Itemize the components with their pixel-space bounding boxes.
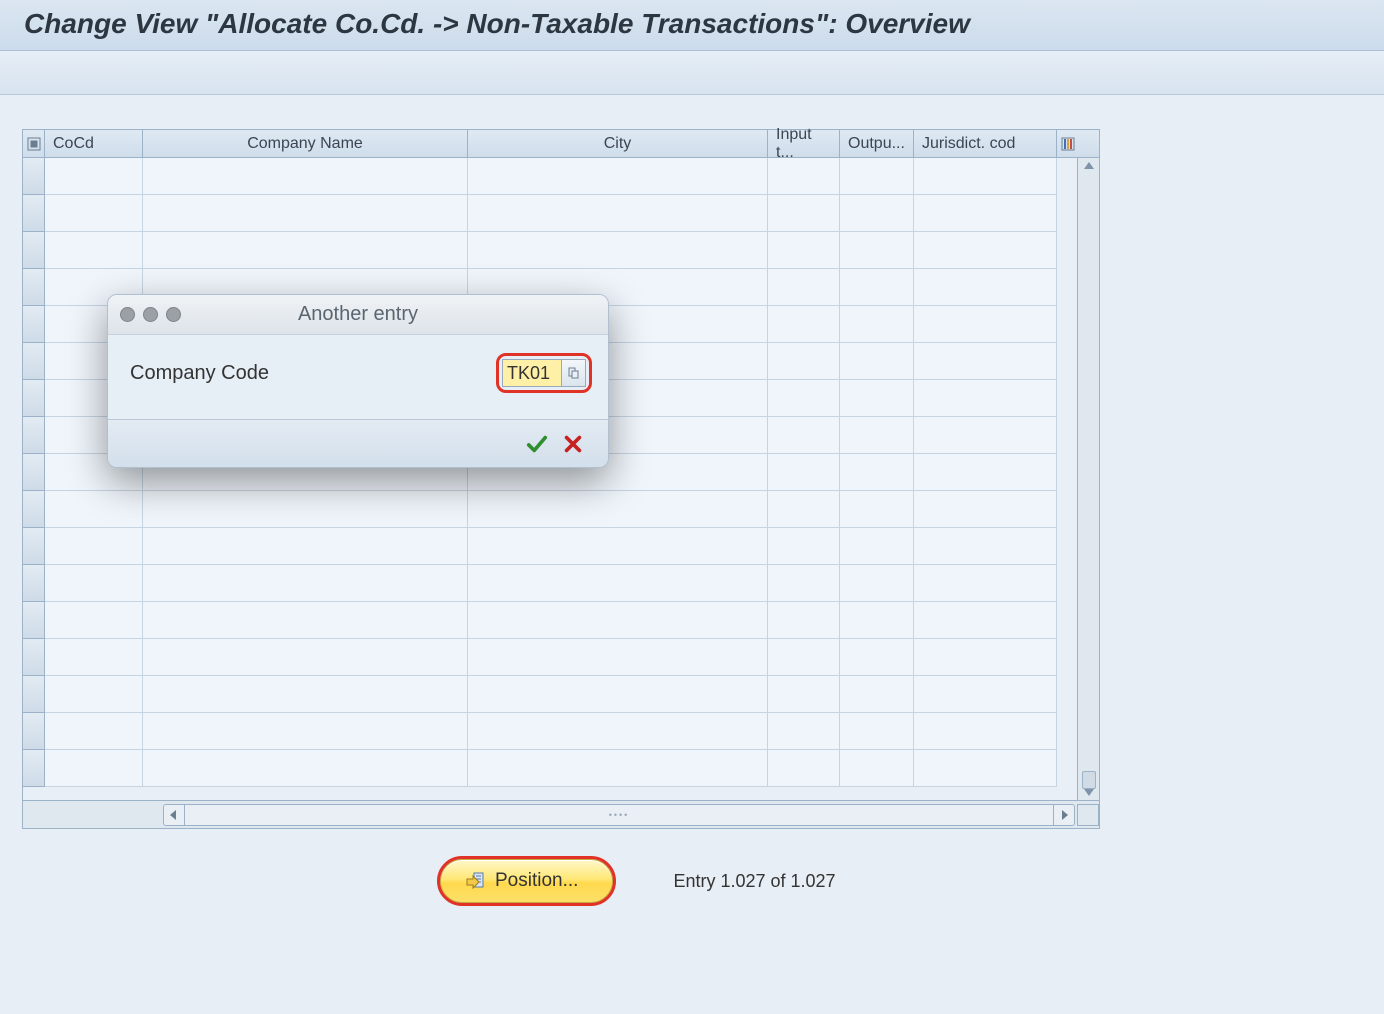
- scroll-left-icon[interactable]: [163, 804, 185, 826]
- row-selector[interactable]: [23, 306, 45, 343]
- application-toolbar: [0, 51, 1384, 95]
- table-row[interactable]: [23, 158, 1077, 195]
- row-selector[interactable]: [23, 195, 45, 232]
- title-bar: Change View "Allocate Co.Cd. -> Non-Taxa…: [0, 0, 1384, 51]
- table-row[interactable]: [23, 602, 1077, 639]
- column-header-jurisdiction-code[interactable]: Jurisdict. cod: [914, 130, 1057, 157]
- table-row[interactable]: [23, 676, 1077, 713]
- row-selector[interactable]: [23, 454, 45, 491]
- table-row[interactable]: [23, 565, 1077, 602]
- scroll-up-icon[interactable]: [1084, 162, 1094, 169]
- table-row[interactable]: [23, 750, 1077, 787]
- table-row[interactable]: [23, 639, 1077, 676]
- row-selector[interactable]: [23, 639, 45, 676]
- search-help-icon: [568, 367, 580, 379]
- dialog-footer: [108, 419, 608, 467]
- company-code-input[interactable]: [502, 359, 562, 387]
- row-selector[interactable]: [23, 232, 45, 269]
- close-window-icon[interactable]: [120, 307, 135, 322]
- checkmark-icon: [526, 433, 548, 455]
- table-row[interactable]: [23, 491, 1077, 528]
- scroll-right-icon[interactable]: [1053, 804, 1075, 826]
- another-entry-dialog: Another entry Company Code: [107, 294, 609, 468]
- row-selector[interactable]: [23, 528, 45, 565]
- column-header-output-tax[interactable]: Outpu...: [840, 130, 914, 157]
- table-row[interactable]: [23, 195, 1077, 232]
- row-selector[interactable]: [23, 602, 45, 639]
- zoom-window-icon[interactable]: [166, 307, 181, 322]
- row-selector[interactable]: [23, 269, 45, 306]
- table-row[interactable]: [23, 232, 1077, 269]
- horizontal-scroll-track[interactable]: ••••: [185, 804, 1053, 826]
- position-button[interactable]: Position...: [440, 859, 613, 903]
- column-header-input-tax[interactable]: Input t...: [768, 130, 840, 157]
- row-selector[interactable]: [23, 158, 45, 195]
- row-selector[interactable]: [23, 676, 45, 713]
- row-selector[interactable]: [23, 343, 45, 380]
- minimize-window-icon[interactable]: [143, 307, 158, 322]
- row-selector[interactable]: [23, 713, 45, 750]
- cancel-icon: [562, 433, 584, 455]
- page-title: Change View "Allocate Co.Cd. -> Non-Taxa…: [24, 8, 1360, 40]
- dialog-title: Another entry: [108, 303, 608, 326]
- select-all-button[interactable]: [23, 130, 45, 157]
- row-selector[interactable]: [23, 417, 45, 454]
- column-header-cocd[interactable]: CoCd: [45, 130, 143, 157]
- table-header: CoCd Company Name City Input t... Outpu.…: [23, 130, 1099, 158]
- table-settings-button[interactable]: [1057, 130, 1079, 157]
- search-help-button[interactable]: [562, 359, 586, 387]
- table-row[interactable]: [23, 528, 1077, 565]
- horizontal-scrollbar[interactable]: ••••: [23, 800, 1099, 828]
- dialog-body: Company Code: [108, 335, 608, 419]
- cancel-button[interactable]: [562, 433, 584, 455]
- row-selector[interactable]: [23, 750, 45, 787]
- column-header-company-name[interactable]: Company Name: [143, 130, 468, 157]
- table-panel: CoCd Company Name City Input t... Outpu.…: [22, 129, 1100, 829]
- confirm-button[interactable]: [526, 433, 548, 455]
- entry-status: Entry 1.027 of 1.027: [673, 871, 835, 892]
- row-selector[interactable]: [23, 491, 45, 528]
- table-body: [23, 158, 1099, 800]
- company-code-field-group: [502, 359, 586, 387]
- vertical-scrollbar[interactable]: [1077, 158, 1099, 800]
- row-selector[interactable]: [23, 565, 45, 602]
- position-button-label: Position...: [495, 870, 578, 892]
- table-row[interactable]: [23, 713, 1077, 750]
- column-header-city[interactable]: City: [468, 130, 768, 157]
- row-selector[interactable]: [23, 380, 45, 417]
- dialog-titlebar[interactable]: Another entry: [108, 295, 608, 335]
- vertical-scroll-thumb[interactable]: [1082, 771, 1096, 789]
- company-code-label: Company Code: [130, 362, 269, 385]
- scroll-down-icon[interactable]: [1084, 789, 1094, 796]
- position-icon: [465, 871, 485, 891]
- window-controls[interactable]: [120, 307, 181, 322]
- scrollbar-corner: [1077, 804, 1099, 826]
- footer: Position... Entry 1.027 of 1.027: [0, 859, 1384, 903]
